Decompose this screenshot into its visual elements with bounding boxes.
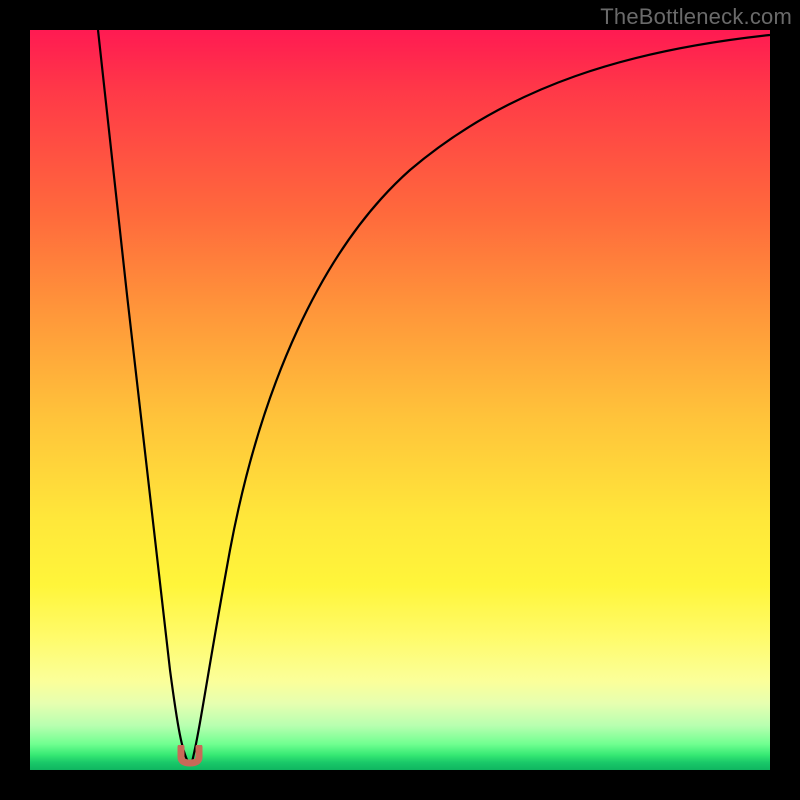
- curve-layer: [30, 30, 770, 770]
- u-shape-icon: [177, 745, 203, 767]
- chart-frame: TheBottleneck.com: [0, 0, 800, 800]
- watermark-text: TheBottleneck.com: [600, 4, 792, 30]
- valley-marker: [177, 745, 203, 767]
- plot-area: [30, 30, 770, 770]
- curve-right-branch: [192, 35, 770, 762]
- curve-left-branch: [98, 30, 188, 762]
